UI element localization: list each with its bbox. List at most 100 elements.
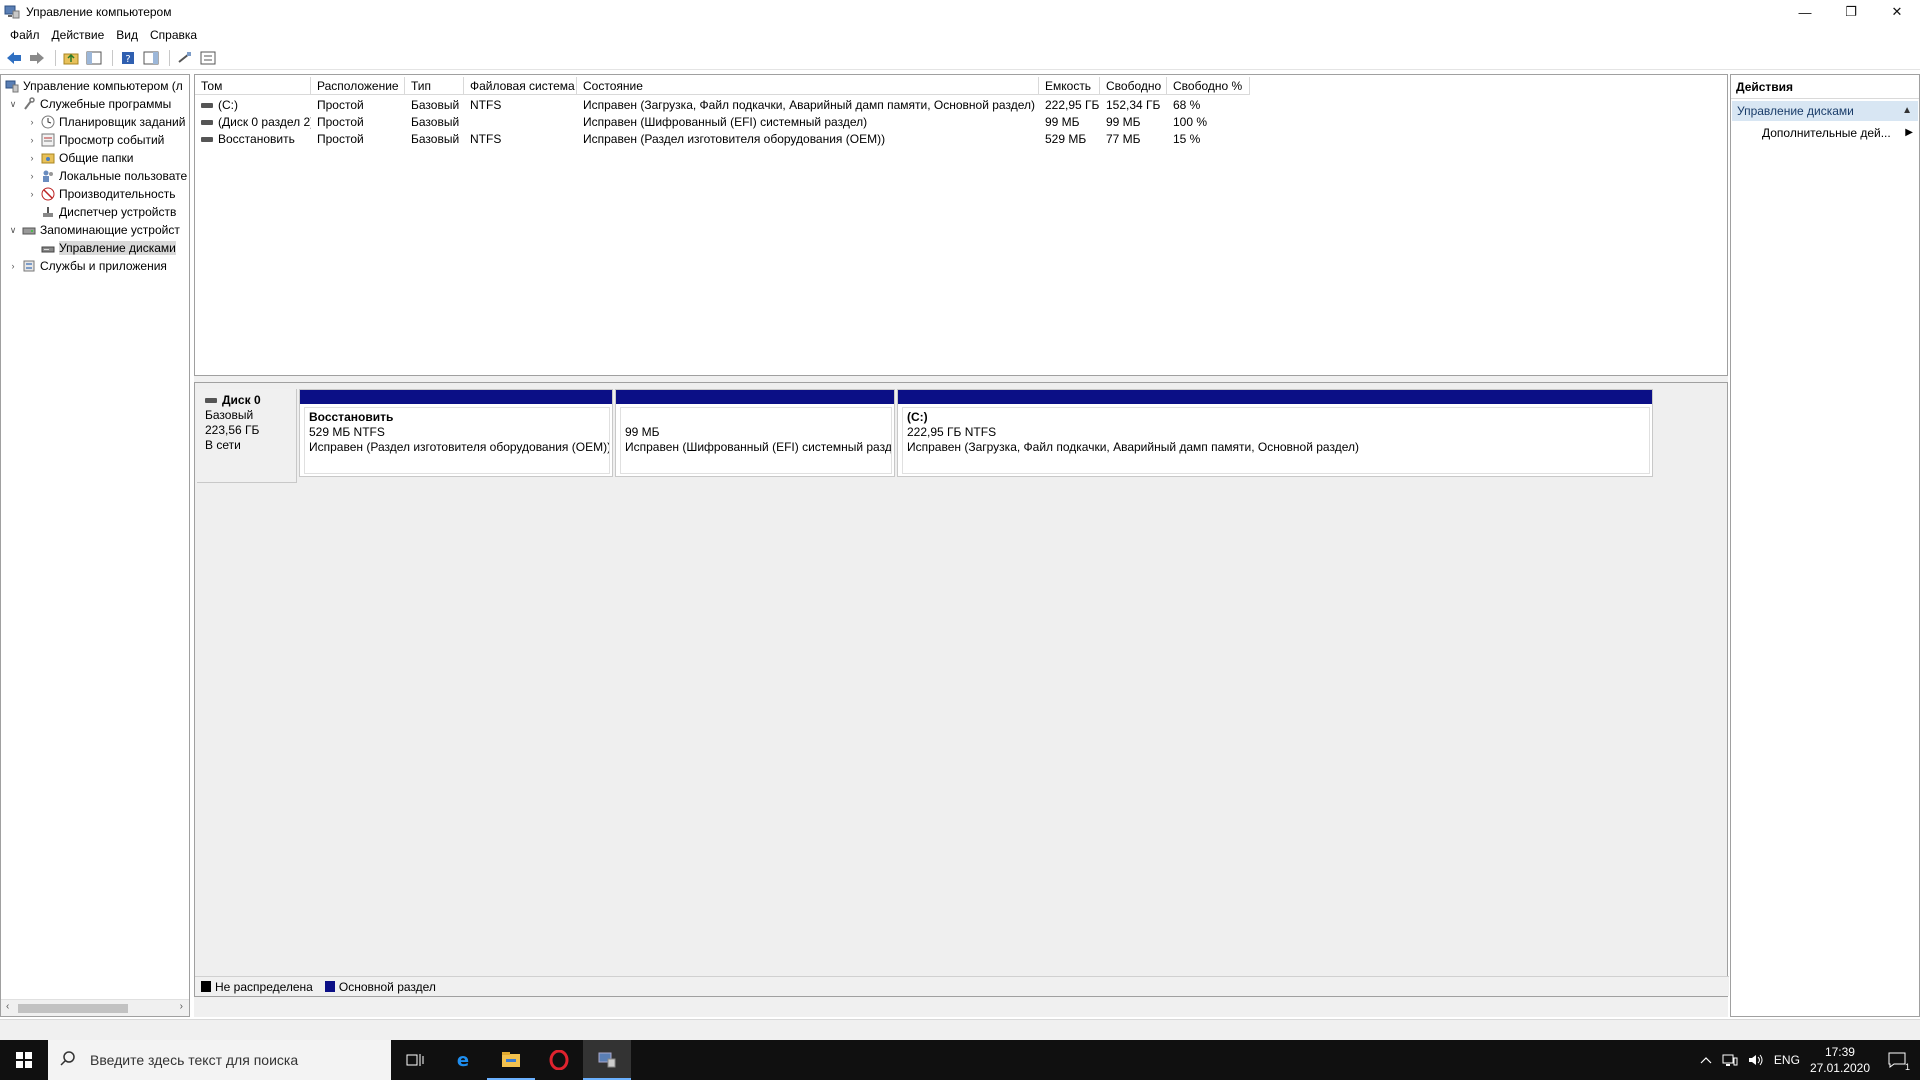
computer-management-taskbar-button[interactable] [583, 1040, 631, 1080]
table-row[interactable]: Восстановить Простой Базовый NTFS Исправ… [195, 131, 1250, 148]
actions-header: Действия [1731, 75, 1919, 99]
drive-icon [201, 103, 213, 109]
partition-status: Исправен (Раздел изготовителя оборудован… [309, 440, 610, 454]
close-button[interactable]: ✕ [1874, 0, 1920, 24]
clock[interactable]: 17:39 27.01.2020 [1810, 1044, 1870, 1076]
performance-icon [40, 186, 56, 202]
actions-section-disk-management[interactable]: Управление дисками ▲ [1732, 101, 1918, 121]
status-bar [0, 1019, 1920, 1040]
partition-efi[interactable]: 99 МБ Исправен (Шифрованный (EFI) систем… [615, 389, 895, 477]
tree-item-event-viewer[interactable]: › Просмотр событий [26, 131, 165, 149]
more-actions-item[interactable]: Дополнительные дей... ▶ [1731, 123, 1919, 143]
chevron-right-icon[interactable]: › [26, 117, 38, 127]
clock-time: 17:39 [1824, 1045, 1855, 1059]
table-row[interactable]: (Диск 0 раздел 2) Простой Базовый Исправ… [195, 114, 1250, 131]
disk-size: 223,56 ГБ [205, 423, 260, 437]
primary-partition-bar [898, 390, 1652, 404]
volume-list-header: Том Расположение Тип Файловая система Со… [195, 77, 1250, 95]
tree-horizontal-scrollbar[interactable]: ‹ › [1, 999, 189, 1016]
clock-icon [40, 114, 56, 130]
tree-item-shared-folders[interactable]: › Общие папки [26, 149, 134, 167]
scroll-left-icon[interactable]: ‹ [6, 1001, 9, 1012]
opera-button[interactable] [535, 1040, 583, 1080]
tree-item-computer-management[interactable]: Управление компьютером (л [4, 77, 183, 95]
network-icon[interactable] [1722, 1053, 1738, 1067]
minimize-button[interactable]: — [1782, 0, 1828, 24]
scrollbar-thumb[interactable] [18, 1004, 128, 1013]
partition-c[interactable]: (C:) 222,95 ГБ NTFS Исправен (Загрузка, … [897, 389, 1653, 477]
chevron-right-icon[interactable]: › [26, 153, 38, 163]
tools-icon [21, 96, 37, 112]
tree-item-disk-management[interactable]: Управление дисками [26, 239, 176, 257]
language-indicator[interactable]: ENG [1774, 1053, 1800, 1067]
partition-size: 222,95 ГБ NTFS [907, 425, 997, 439]
action-center-button[interactable]: 1 [1888, 1052, 1910, 1072]
notification-icon [1888, 1052, 1906, 1068]
partition-size: 99 МБ [625, 425, 660, 439]
opera-icon [549, 1050, 569, 1070]
task-view-icon [406, 1054, 424, 1066]
menu-help[interactable]: Справка [144, 28, 203, 42]
tree-item-performance[interactable]: › Производительность [26, 185, 176, 203]
table-row[interactable]: (C:) Простой Базовый NTFS Исправен (Загр… [195, 97, 1250, 114]
computer-management-icon [598, 1052, 616, 1068]
partition-name [625, 410, 887, 425]
system-tray: ENG 17:39 27.01.2020 1 [1700, 1040, 1920, 1080]
chevron-right-icon[interactable]: › [26, 135, 38, 145]
column-header-filesystem[interactable]: Файловая система [464, 77, 577, 95]
show-hidden-icons-icon[interactable] [1700, 1055, 1712, 1065]
back-arrow-icon[interactable] [4, 48, 24, 68]
clock-date: 27.01.2020 [1809, 1061, 1870, 1075]
column-header-layout[interactable]: Расположение [311, 77, 405, 95]
volume-icon[interactable] [1748, 1053, 1764, 1067]
chevron-right-icon[interactable]: › [26, 171, 38, 181]
menu-bar: Файл Действие Вид Справка [0, 24, 1920, 45]
column-header-capacity[interactable]: Емкость [1039, 77, 1100, 95]
up-folder-icon[interactable] [61, 48, 81, 68]
disk-label[interactable]: Диск 0 Базовый 223,56 ГБ В сети [197, 389, 297, 483]
column-header-free-percent[interactable]: Свободно % [1167, 77, 1250, 95]
windows-logo-icon [16, 1052, 32, 1068]
services-icon [21, 258, 37, 274]
tree-item-local-users[interactable]: › Локальные пользовате [26, 167, 188, 185]
tree-item-system-tools[interactable]: ∨ Служебные программы [7, 95, 172, 113]
menu-action[interactable]: Действие [46, 28, 111, 42]
edge-button[interactable]: e [439, 1040, 487, 1080]
menu-view[interactable]: Вид [110, 28, 144, 42]
column-header-status[interactable]: Состояние [577, 77, 1039, 95]
chevron-down-icon[interactable]: ∨ [7, 99, 19, 110]
chevron-right-icon[interactable]: › [7, 261, 19, 271]
tree-item-task-scheduler[interactable]: › Планировщик заданий [26, 113, 186, 131]
tree-item-storage[interactable]: ∨ Запоминающие устройст [7, 221, 180, 239]
partition-recovery[interactable]: Восстановить 529 МБ NTFS Исправен (Разде… [299, 389, 613, 477]
graphical-disk-view: Диск 0 Базовый 223,56 ГБ В сети Восстано… [194, 382, 1729, 997]
taskbar-search-box[interactable]: Введите здесь текст для поиска [48, 1040, 391, 1080]
task-view-button[interactable] [391, 1040, 439, 1080]
collapse-up-icon[interactable]: ▲ [1902, 101, 1912, 121]
partition-name: Восстановить [309, 410, 394, 424]
connect-icon[interactable] [175, 48, 195, 68]
file-explorer-button[interactable] [487, 1040, 535, 1080]
column-header-volume[interactable]: Том [195, 77, 311, 95]
partition-name: (C:) [907, 410, 928, 424]
start-button[interactable] [0, 1040, 48, 1080]
restore-button[interactable]: ❐ [1828, 0, 1874, 24]
volume-list: Том Расположение Тип Файловая система Со… [194, 74, 1728, 376]
chevron-down-icon[interactable]: ∨ [7, 225, 19, 236]
scroll-right-icon[interactable]: › [180, 1001, 183, 1012]
show-hide-action-pane-icon[interactable] [141, 48, 161, 68]
menu-file[interactable]: Файл [4, 28, 46, 42]
tree-item-device-manager[interactable]: Диспетчер устройств [26, 203, 176, 221]
column-header-free[interactable]: Свободно [1100, 77, 1167, 95]
chevron-right-icon[interactable]: › [26, 189, 38, 199]
disk-icon [205, 398, 217, 403]
forward-arrow-icon[interactable] [27, 48, 47, 68]
column-header-type[interactable]: Тип [405, 77, 464, 95]
show-hide-tree-icon[interactable] [84, 48, 104, 68]
help-icon[interactable]: ? [118, 48, 138, 68]
storage-icon [21, 222, 37, 238]
properties-icon[interactable] [198, 48, 218, 68]
legend-item-primary: Основной раздел [324, 980, 436, 994]
tree-item-services-apps[interactable]: › Службы и приложения [7, 257, 167, 275]
main-content: Том Расположение Тип Файловая система Со… [194, 74, 1729, 1017]
